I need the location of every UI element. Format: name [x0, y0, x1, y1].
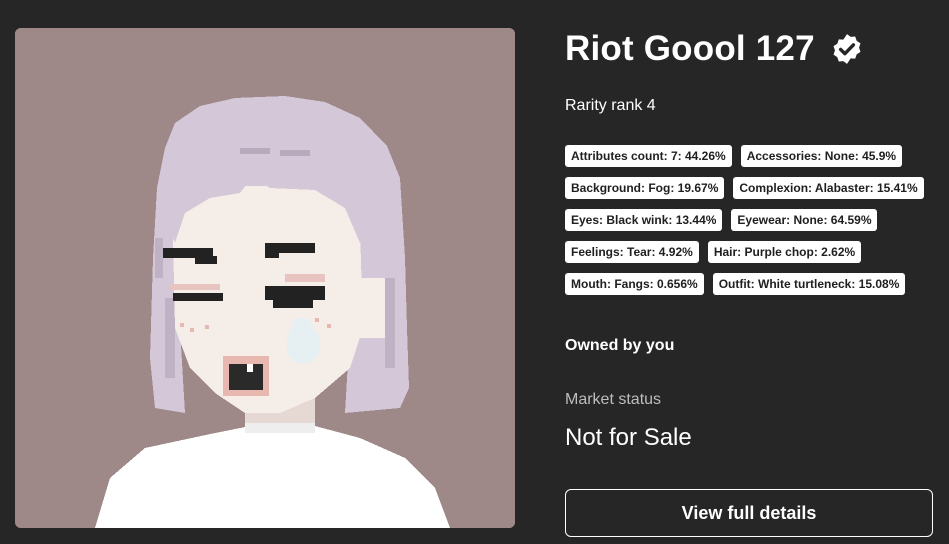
attribute-chip: Feelings: Tear: 4.92% [565, 241, 699, 263]
nft-title: Riot Goool 127 [565, 29, 815, 68]
title-row: Riot Goool 127 [565, 28, 864, 70]
attribute-chip: Background: Fog: 19.67% [565, 177, 725, 199]
attribute-chip: Eyes: Black wink: 13.44% [565, 209, 723, 231]
attribute-chip: Outfit: White turtleneck: 15.08% [712, 273, 906, 295]
attribute-chip: Mouth: Fangs: 0.656% [565, 273, 704, 295]
pixel-portrait-image [15, 28, 515, 528]
nft-artwork[interactable] [15, 28, 515, 528]
ownership-status: Owned by you [565, 337, 675, 354]
attribute-list: Attributes count: 7: 44.26% Accessories:… [565, 145, 935, 295]
market-status-label: Market status [565, 391, 662, 408]
attribute-chip: Attributes count: 7: 44.26% [565, 145, 732, 167]
rarity-rank: Rarity rank 4 [565, 97, 656, 114]
nft-info-panel: Riot Goool 127 Rarity rank 4 Attributes … [565, 0, 935, 544]
market-status-value: Not for Sale [565, 424, 692, 451]
attribute-chip: Hair: Purple chop: 2.62% [707, 241, 862, 263]
attribute-chip: Accessories: None: 45.9% [740, 145, 903, 167]
verified-badge-icon [833, 34, 861, 64]
attribute-chip: Eyewear: None: 64.59% [731, 209, 878, 231]
view-full-details-button[interactable]: View full details [565, 489, 933, 537]
attribute-chip: Complexion: Alabaster: 15.41% [733, 177, 924, 199]
